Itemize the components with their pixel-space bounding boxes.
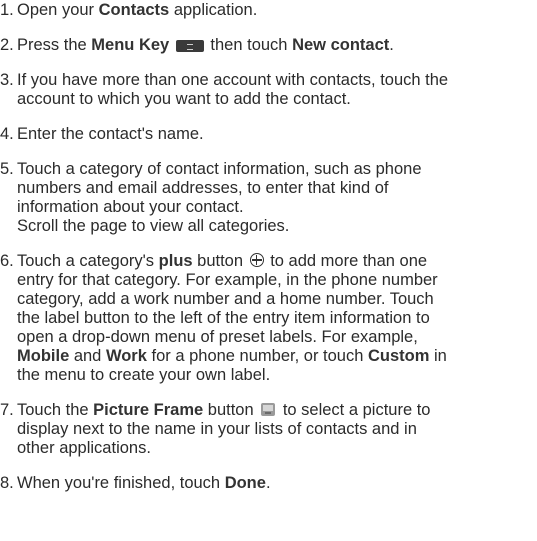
- text-run: Enter the contact's name.: [17, 125, 204, 143]
- step-text: If you have more than one account with c…: [17, 71, 535, 109]
- step-text: Press the Menu Key then touch New contac…: [17, 36, 535, 55]
- step-number: 2.: [0, 36, 14, 54]
- step-text: Touch a category of contact information,…: [17, 160, 535, 236]
- step-line: display next to the name in your lists o…: [17, 420, 535, 439]
- ui-term: Mobile: [17, 347, 70, 365]
- step-line: Enter the contact's name.: [17, 125, 535, 144]
- step-4: 4. Enter the contact's name.: [0, 125, 535, 144]
- text-run: open a drop-down menu of preset labels. …: [17, 328, 418, 346]
- text-run: information about your contact.: [17, 198, 244, 216]
- step-number: 5.: [0, 160, 14, 178]
- text-run: application.: [169, 1, 258, 19]
- text-run: Touch the: [17, 401, 94, 419]
- step-line: Touch a category of contact information,…: [17, 160, 535, 179]
- text-run: then touch: [205, 36, 293, 54]
- step-number: 8.: [0, 474, 14, 492]
- step-text: Open your Contacts application.: [17, 1, 535, 20]
- step-line: open a drop-down menu of preset labels. …: [17, 328, 535, 347]
- step-line: other applications.: [17, 439, 535, 458]
- ui-term: plus: [158, 252, 193, 270]
- step-line: category, add a work number and a home n…: [17, 290, 535, 309]
- step-text: Enter the contact's name.: [17, 125, 535, 144]
- text-run: If you have more than one account with c…: [17, 71, 449, 89]
- text-run: category, add a work number and a home n…: [17, 290, 434, 308]
- step-7: 7. Touch the Picture Frame button to sele…: [0, 401, 535, 458]
- text-run: Open your: [17, 1, 99, 19]
- step-number: 7.: [0, 401, 14, 419]
- step-2: 2. Press the Menu Key then touch New cont…: [0, 36, 535, 55]
- step-line: If you have more than one account with c…: [17, 71, 535, 90]
- plus-circle-icon: [249, 253, 264, 267]
- text-run: [169, 36, 174, 54]
- ui-term: Work: [105, 347, 147, 365]
- text-run: .: [389, 36, 394, 54]
- ui-term: Picture Frame: [93, 401, 204, 419]
- text-run: Touch a category's: [17, 252, 159, 270]
- step-line: When you're finished, touch Done.: [17, 474, 535, 493]
- text-run: button: [192, 252, 248, 270]
- picture-frame-icon: [261, 403, 276, 416]
- step-line: Mobile and Work for a phone number, or t…: [17, 347, 535, 366]
- ui-term: Done: [224, 474, 266, 492]
- ui-term: Contacts: [98, 1, 170, 19]
- text-run: button: [203, 401, 259, 419]
- ui-term: Custom: [367, 347, 430, 365]
- text-run: numbers and email addresses, to enter th…: [17, 179, 389, 197]
- ui-term: New contact: [292, 36, 390, 54]
- step-line: Scroll the page to view all categories.: [17, 217, 535, 236]
- step-line: numbers and email addresses, to enter th…: [17, 179, 535, 198]
- step-6: 6. Touch a category's plus button to add …: [0, 252, 535, 385]
- step-text: Touch a category's plus button to add mo…: [17, 252, 535, 385]
- step-3: 3. If you have more than one account with…: [0, 71, 535, 109]
- text-run: When you're finished, touch: [17, 474, 225, 492]
- step-number: 3.: [0, 71, 14, 89]
- text-run: entry for that category. For example, in…: [17, 271, 438, 289]
- step-number: 6.: [0, 252, 14, 270]
- step-line: Open your Contacts application.: [17, 1, 535, 20]
- text-run: to add more than one: [265, 252, 428, 270]
- step-line: Press the Menu Key then touch New contac…: [17, 36, 535, 55]
- text-run: Touch a category of contact information,…: [17, 160, 422, 178]
- step-line: Touch a category's plus button to add mo…: [17, 252, 535, 271]
- text-run: for a phone number, or touch: [146, 347, 368, 365]
- step-5: 5. Touch a category of contact informatio…: [0, 160, 535, 236]
- text-run: Press the: [17, 36, 92, 54]
- steps-list: 1. Open your Contacts application. 2. Pres…: [0, 0, 537, 493]
- step-line: the label button to the left of the entr…: [17, 309, 535, 328]
- step-line: information about your contact.: [17, 198, 535, 217]
- step-1: 1. Open your Contacts application.: [0, 1, 535, 20]
- text-run: other applications.: [17, 439, 151, 457]
- step-line: the menu to create your own label.: [17, 366, 535, 385]
- text-run: Scroll the page to view all categories.: [17, 217, 290, 235]
- ui-term: Menu Key: [91, 36, 170, 54]
- text-run: display next to the name in your lists o…: [17, 420, 417, 438]
- step-line: entry for that category. For example, in…: [17, 271, 535, 290]
- text-run: and: [69, 347, 106, 365]
- text-run: .: [265, 474, 271, 492]
- step-text: Touch the Picture Frame button to select…: [17, 401, 535, 458]
- step-8: 8. When you're finished, touch Done.: [0, 474, 535, 493]
- step-text: When you're finished, touch Done.: [17, 474, 535, 493]
- text-run: in: [429, 347, 447, 365]
- step-number: 4.: [0, 125, 14, 143]
- text-run: the label button to the left of the entr…: [17, 309, 430, 327]
- step-number: 1.: [0, 1, 14, 19]
- step-line: Touch the Picture Frame button to select…: [17, 401, 535, 420]
- text-run: the menu to create your own label.: [17, 366, 271, 384]
- menu-key-icon: [175, 40, 204, 52]
- text-run: to select a picture to: [278, 401, 431, 419]
- step-line: account to which you want to add the con…: [17, 90, 535, 109]
- text-run: account to which you want to add the con…: [17, 90, 351, 108]
